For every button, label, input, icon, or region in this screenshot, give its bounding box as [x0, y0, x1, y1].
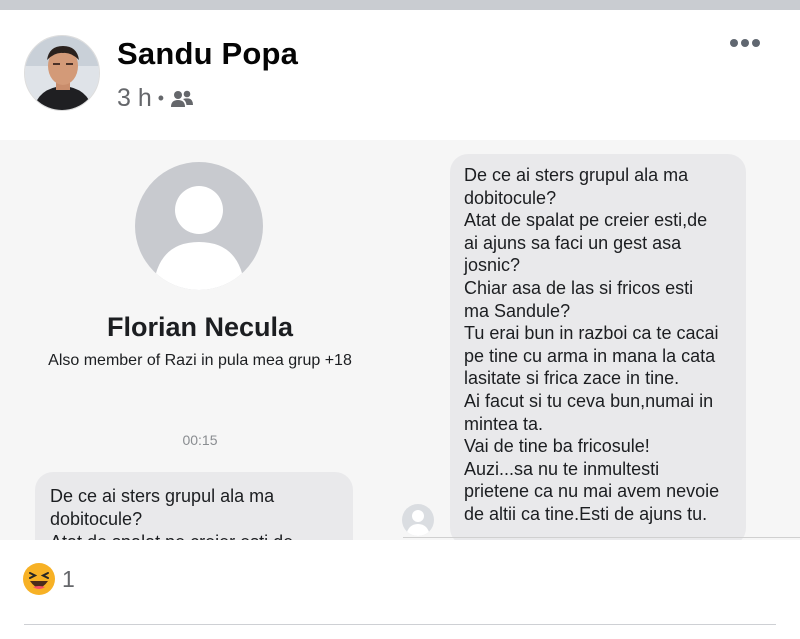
screenshot-divider	[403, 537, 800, 538]
post-meta: 3 h •	[117, 84, 194, 113]
message-line: Atat de spalat pe creier esti,de	[464, 210, 708, 231]
author-avatar[interactable]	[24, 35, 100, 111]
message-line: dobitocule?	[50, 509, 143, 529]
message-line: prietene ca nu mai avem nevoie	[464, 481, 720, 502]
contact-name: Florian Necula	[106, 312, 294, 342]
friends-icon	[171, 90, 194, 107]
top-bar	[0, 0, 800, 10]
message-line: Atat de spalat pe creier esti,de	[50, 531, 338, 540]
message-line: ai ajuns sa faci un gest asa	[464, 232, 682, 253]
message-bubble-right: De ce ai sters grupul ala ma dobitocule?…	[450, 154, 746, 540]
reactions-summary[interactable]: 1	[22, 562, 75, 596]
message-line: mintea ta.	[464, 413, 544, 434]
message-line: Auzi...sa nu te inmultesti	[464, 458, 660, 479]
message-line: De ce ai sters grupul ala ma	[50, 486, 275, 506]
message-line: Chiar asa de las si fricos esti	[464, 277, 694, 298]
post-divider	[24, 624, 776, 625]
contact-mutual-group: Also member of Razi in pula mea grup +18	[48, 352, 352, 369]
message-line: dobitocule?	[464, 187, 557, 208]
post-time[interactable]: 3 h	[117, 84, 152, 113]
haha-reaction-icon	[23, 563, 55, 595]
message-line: lasitate si frica zace in tine.	[464, 368, 680, 389]
message-line: De ce ai sters grupul ala ma	[464, 165, 689, 185]
default-profile-icon	[135, 162, 263, 290]
meta-separator: •	[157, 88, 165, 108]
reaction-count: 1	[62, 565, 75, 592]
message-line: Vai de tine ba fricosule!	[464, 436, 650, 457]
author-photo	[25, 36, 99, 110]
message-line: Ai facut si tu ceva bun,numai in	[464, 390, 714, 411]
author-name[interactable]: Sandu Popa	[117, 36, 298, 72]
message-line: josnic?	[464, 255, 521, 276]
message-line: de altii ca tine.Esti de ajuns tu.	[464, 503, 708, 524]
message-bubble-left: De ce ai sters grupul ala ma dobitocule?…	[35, 472, 353, 540]
sender-avatar-icon	[402, 504, 434, 536]
more-options-icon[interactable]	[730, 34, 766, 58]
message-line: pe tine cu arma in mana la cata	[464, 345, 716, 366]
message-line: ma Sandule?	[464, 300, 571, 321]
message-line: Tu erai bun in razboi ca te cacai	[464, 323, 719, 344]
shared-screenshot: Florian Necula Also member of Razi in pu…	[0, 140, 800, 540]
message-timestamp: 00:15	[182, 432, 218, 448]
